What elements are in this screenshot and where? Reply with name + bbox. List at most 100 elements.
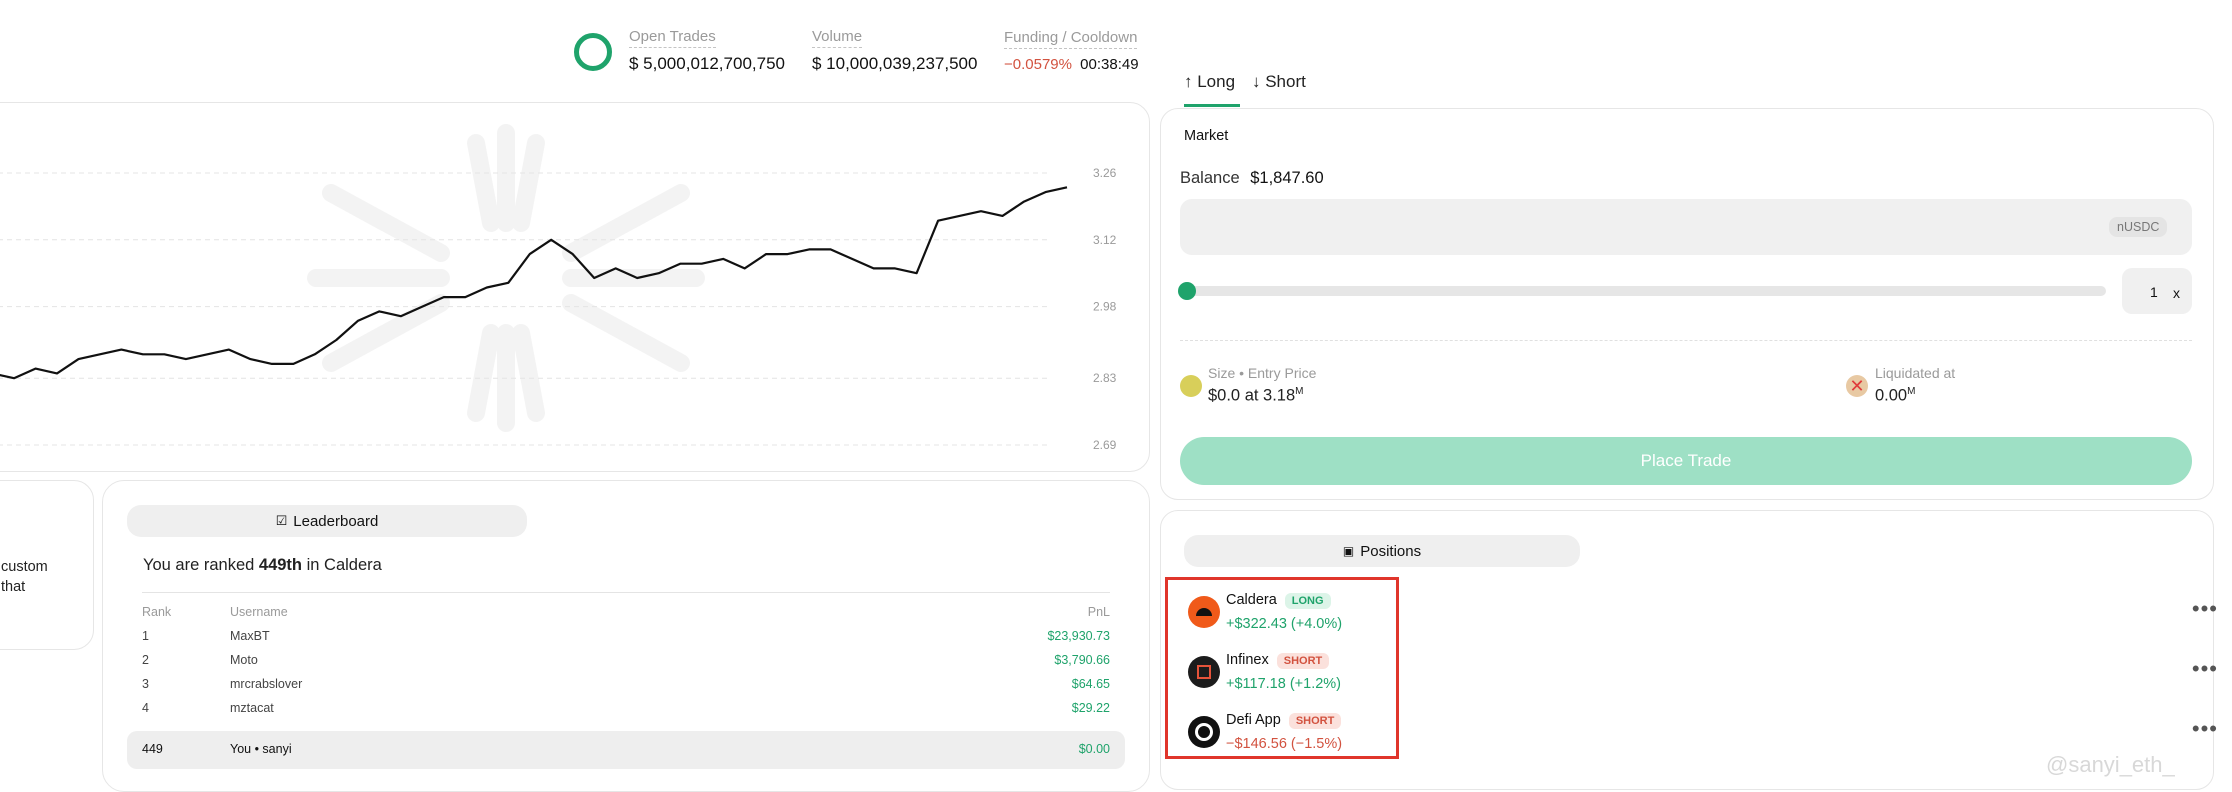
defi-app-logo-icon — [1188, 716, 1220, 748]
col-rank: Rank — [142, 605, 172, 619]
row-username: mztacat — [230, 701, 274, 715]
position-pnl: +$117.18 (+1.2%) — [1226, 676, 1342, 692]
balance-row: Balance $1,847.60 — [1180, 169, 1324, 188]
position-row[interactable]: Infinex SHORT +$117.18 (+1.2%) ••• — [1188, 648, 2218, 702]
row-rank: 2 — [142, 653, 149, 667]
more-options-icon[interactable]: ••• — [2192, 656, 2218, 682]
position-name: Defi App — [1226, 712, 1281, 728]
funding-rate: −0.0579% — [1004, 56, 1072, 73]
amount-unit-badge: nUSDC — [2109, 217, 2168, 237]
funding-values: −0.0579% 00:38:49 — [1004, 56, 1139, 73]
position-name: Caldera — [1226, 592, 1277, 608]
infinex-logo-icon — [1188, 656, 1220, 688]
price-chart: 3.26 3.12 2.98 2.83 2.69 — [0, 124, 1117, 452]
tab-long-indicator — [1184, 104, 1240, 107]
open-trades-label: Open Trades — [629, 28, 716, 48]
order-type-label[interactable]: Market — [1184, 128, 1228, 144]
row-rank: 1 — [142, 629, 149, 643]
balance-value: $1,847.60 — [1250, 169, 1324, 187]
leverage-slider-track[interactable] — [1180, 286, 2106, 296]
price-chart-panel: 3.26 3.12 2.98 2.83 2.69 — [0, 102, 1150, 472]
liquidated-value: 0.00 — [1875, 386, 1908, 405]
liquidated-value-row: 0.00M — [1875, 386, 1915, 406]
row-pnl: $64.65 — [1071, 677, 1110, 691]
self-username: You • sanyi — [230, 742, 292, 756]
row-username: MaxBT — [230, 629, 270, 643]
volume-value: $ 10,000,039,237,500 — [812, 54, 978, 73]
row-pnl: $29.22 — [1071, 701, 1110, 715]
liquidation-icon: ✕ — [1846, 375, 1868, 397]
table-row: 4 mztacat $29.22 — [142, 701, 1110, 715]
position-pnl: +$322.43 (+4.0%) — [1226, 616, 1343, 632]
col-pnl: PnL — [1087, 605, 1110, 619]
checklist-icon: ☑ — [275, 513, 288, 528]
leverage-slider-handle[interactable] — [1178, 282, 1196, 300]
row-rank: 3 — [142, 677, 149, 691]
table-row: 2 Moto $3,790.66 — [142, 653, 1110, 667]
open-trades-value: $ 5,000,012,700,750 — [629, 54, 785, 73]
y-tick-label: 2.69 — [1093, 438, 1117, 452]
trade-divider — [1180, 340, 2192, 341]
leaderboard-divider — [142, 592, 1110, 593]
y-tick-label: 3.26 — [1093, 166, 1117, 180]
leaderboard-button[interactable]: ☑ Leaderboard — [127, 505, 527, 537]
table-row: 3 mrcrabslover $64.65 — [142, 677, 1110, 691]
row-rank: 4 — [142, 701, 149, 715]
size-value: $0.0 at 3.18 — [1208, 386, 1296, 405]
status-ring-icon — [574, 33, 612, 71]
leaderboard-button-label: Leaderboard — [293, 512, 379, 530]
place-trade-button[interactable]: Place Trade — [1180, 437, 2192, 485]
price-line — [0, 186, 1068, 380]
info-text-line2: that — [1, 579, 26, 595]
position-pnl: −$146.56 (−1.5%) — [1226, 736, 1343, 752]
leverage-value: 1 — [2150, 284, 2158, 300]
row-pnl: $23,930.73 — [1047, 629, 1110, 643]
tab-short[interactable]: ↓ Short — [1252, 72, 1306, 92]
rank-value: 449th — [258, 556, 303, 574]
wallet-icon: ▣ — [1342, 544, 1355, 558]
position-side-badge: LONG — [1284, 593, 1331, 609]
rank-suffix: in Caldera — [302, 556, 382, 574]
leverage-suffix: x — [2173, 285, 2180, 301]
caldera-logo-icon — [1188, 596, 1220, 628]
funding-stat: Funding / Cooldown −0.0579% 00:38:49 — [1004, 29, 1139, 73]
self-rank: 449 — [142, 742, 163, 756]
cooldown-timer: 00:38:49 — [1080, 56, 1139, 73]
row-username: mrcrabslover — [230, 677, 303, 691]
positions-button-label: Positions — [1360, 542, 1422, 560]
liquidated-label: Liquidated at — [1875, 365, 1956, 381]
col-username: Username — [230, 605, 288, 619]
position-side-badge: SHORT — [1288, 713, 1342, 729]
row-username: Moto — [230, 653, 258, 667]
open-trades-stat: Open Trades $ 5,000,012,700,750 — [629, 28, 785, 74]
position-name-row: Infinex SHORT — [1226, 652, 1330, 669]
more-options-icon[interactable]: ••• — [2192, 716, 2218, 742]
volume-label: Volume — [812, 28, 863, 48]
y-tick-label: 2.83 — [1093, 371, 1117, 385]
place-trade-label: Place Trade — [1640, 451, 1732, 470]
liquidated-sup: M — [1907, 386, 1916, 397]
size-sup: M — [1295, 386, 1304, 397]
tab-long[interactable]: ↑ Long — [1184, 72, 1235, 92]
y-tick-label: 3.12 — [1093, 233, 1117, 247]
size-label: Size • Entry Price — [1208, 365, 1317, 381]
y-tick-label: 2.98 — [1093, 300, 1117, 314]
position-row[interactable]: Caldera LONG +$322.43 (+4.0%) ••• — [1188, 588, 2218, 642]
row-pnl: $3,790.66 — [1054, 653, 1110, 667]
position-name-row: Caldera LONG — [1226, 592, 1331, 609]
info-text-line1: custom — [1, 559, 48, 575]
position-side-badge: SHORT — [1276, 653, 1330, 669]
self-pnl: $0.00 — [1078, 742, 1110, 756]
position-name: Infinex — [1226, 652, 1269, 668]
watermark-text: @sanyi_eth_ — [2046, 752, 2175, 778]
funding-label: Funding / Cooldown — [1004, 29, 1138, 49]
balance-label: Balance — [1180, 169, 1240, 187]
size-value-row: $0.0 at 3.18M — [1208, 386, 1304, 406]
rank-summary: You are ranked 449th in Caldera — [143, 556, 382, 575]
more-options-icon[interactable]: ••• — [2192, 596, 2218, 622]
amount-input[interactable] — [1180, 199, 2192, 255]
table-row: 1 MaxBT $23,930.73 — [142, 629, 1110, 643]
rank-prefix: You are ranked — [143, 556, 259, 574]
positions-button[interactable]: ▣ Positions — [1184, 535, 1580, 567]
info-panel: custom that — [0, 480, 94, 650]
